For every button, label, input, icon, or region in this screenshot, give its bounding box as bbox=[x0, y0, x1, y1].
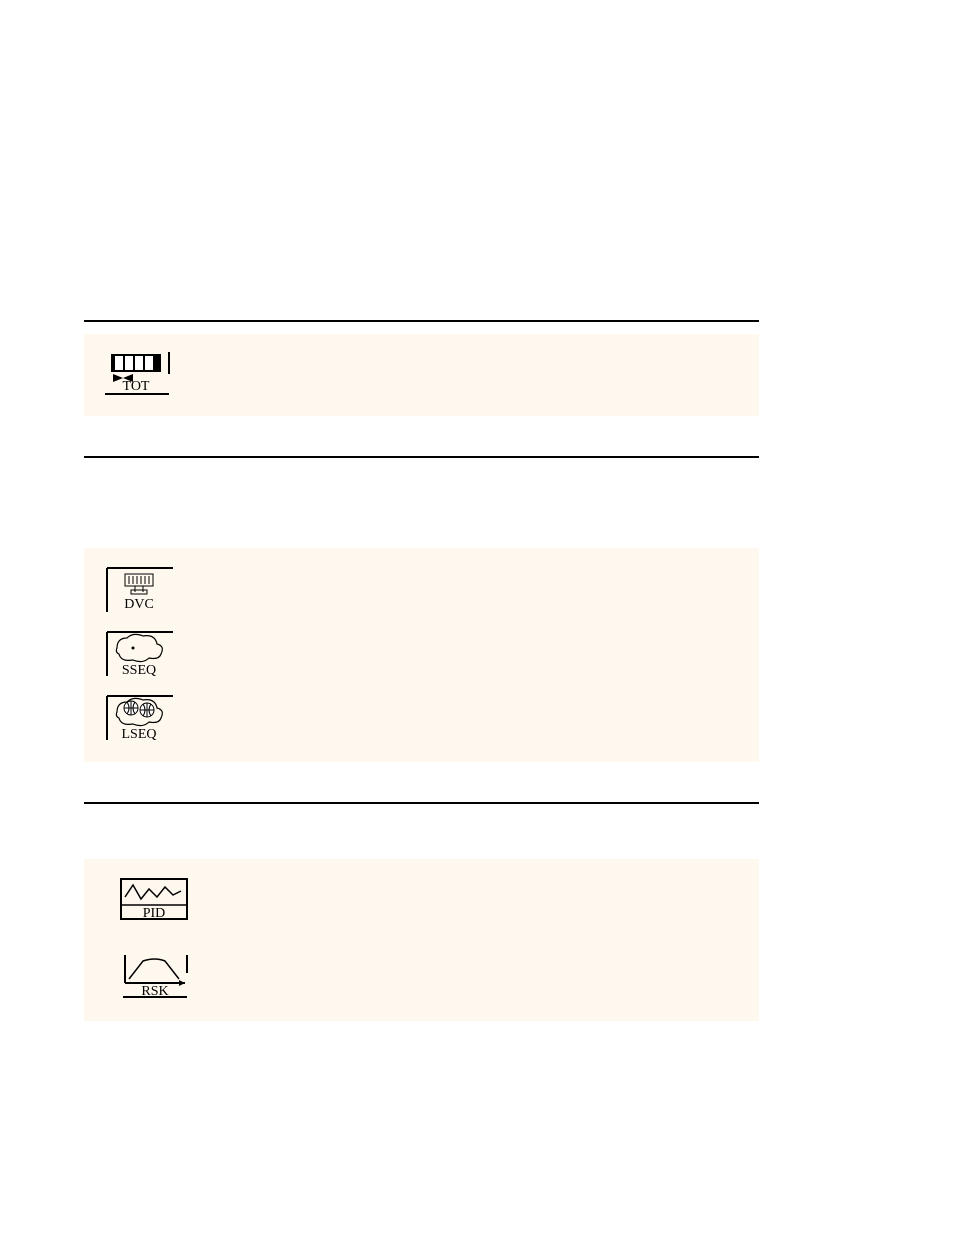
list-item: LSEQ bbox=[84, 692, 759, 742]
svg-text:PID: PID bbox=[143, 906, 166, 921]
svg-text:RSK: RSK bbox=[141, 984, 168, 999]
lseq-icon: LSEQ bbox=[102, 692, 182, 742]
section-band-3: PID RSK bbox=[84, 859, 759, 1021]
section-band-2: DVC SSEQ bbox=[84, 548, 759, 762]
svg-text:DVC: DVC bbox=[124, 597, 154, 612]
list-item: RSK bbox=[84, 951, 759, 1001]
tot-icon: TOT bbox=[102, 350, 182, 396]
list-item: SSEQ bbox=[84, 628, 759, 678]
list-item: DVC bbox=[84, 564, 759, 614]
page: TOT bbox=[0, 0, 954, 1235]
sseq-icon: SSEQ bbox=[102, 628, 182, 678]
svg-text:SSEQ: SSEQ bbox=[122, 663, 156, 678]
svg-text:TOT: TOT bbox=[123, 379, 150, 394]
rsk-icon: RSK bbox=[114, 951, 194, 1001]
list-item: PID bbox=[84, 875, 759, 925]
dvc-icon: DVC bbox=[102, 564, 182, 614]
svg-text:LSEQ: LSEQ bbox=[122, 727, 157, 742]
pid-icon: PID bbox=[114, 875, 194, 925]
section-band-1: TOT bbox=[84, 334, 759, 416]
list-item: TOT bbox=[84, 350, 759, 396]
